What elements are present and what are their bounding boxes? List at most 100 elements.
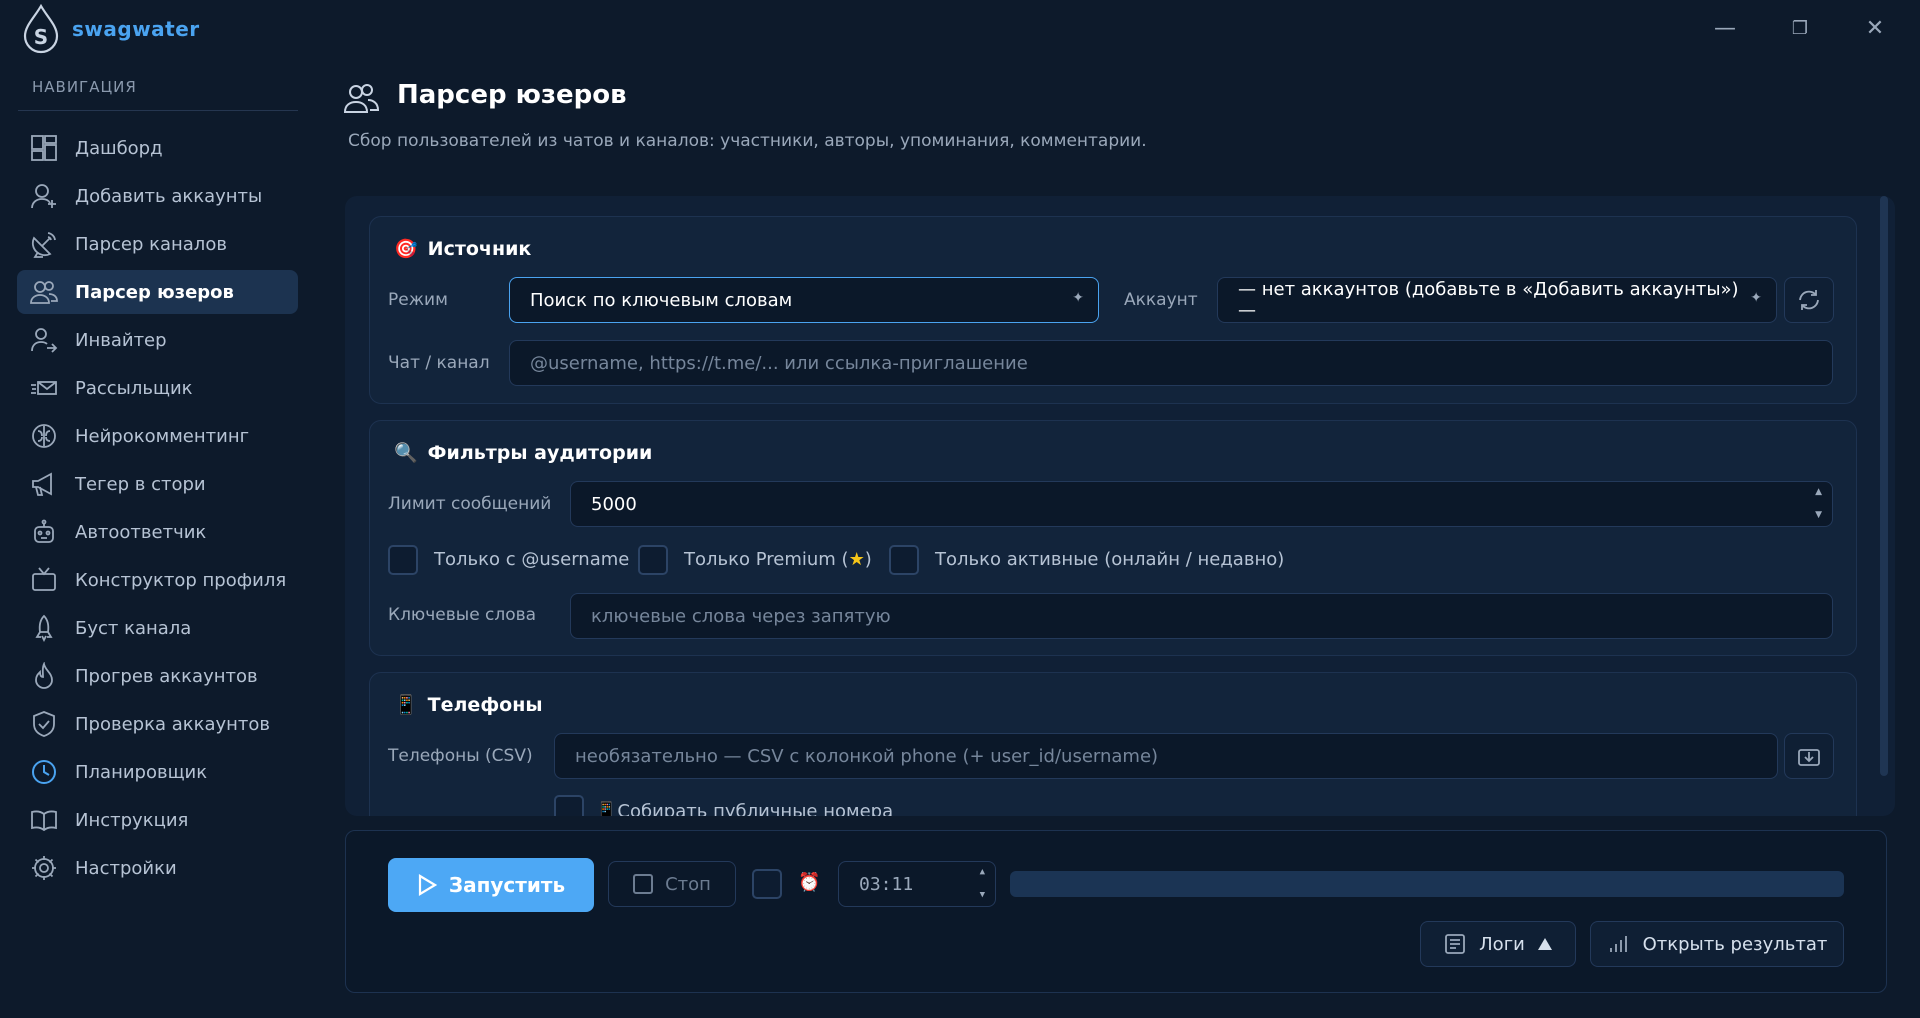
users-icon [29, 277, 59, 307]
sidebar-item-story-tagger[interactable]: Тегер в стори [17, 462, 298, 506]
keywords-label: Ключевые слова [388, 605, 537, 625]
account-select[interactable]: — нет аккаунтов (добавьте в «Добавить ак… [1217, 277, 1777, 323]
only-username-checkbox[interactable] [388, 545, 418, 575]
magnifier-icon: 🔍 [394, 442, 418, 464]
scrollbar[interactable] [1880, 196, 1888, 776]
premium-text: Только Premium ( [684, 549, 849, 570]
source-title: 🎯 Источник [394, 237, 531, 261]
refresh-icon [1799, 290, 1819, 310]
sidebar-item-label: Тегер в стори [75, 473, 206, 495]
sidebar-item-scheduler[interactable]: Планировщик [17, 750, 298, 794]
logs-button[interactable]: Логи [1420, 921, 1576, 967]
sidebar-item-label: Настройки [75, 857, 177, 879]
browse-csv-button[interactable] [1784, 733, 1834, 779]
refresh-accounts-button[interactable] [1784, 277, 1834, 323]
caret-up-icon [1537, 938, 1552, 950]
spin-up-icon[interactable]: ▲ [980, 867, 985, 877]
sidebar-item-label: Проверка аккаунтов [75, 713, 271, 735]
sidebar: НАВИГАЦИЯ Дашборд Добавить аккаунты Парс… [0, 58, 300, 1018]
spin-down-icon[interactable]: ▼ [980, 890, 985, 900]
phone-icon: 📱 [394, 694, 418, 716]
dashboard-icon [29, 133, 59, 163]
collect-phones-checkbox[interactable] [554, 795, 584, 816]
nav-divider [18, 110, 298, 111]
run-button[interactable]: Запустить [388, 858, 594, 912]
spin-up-icon[interactable]: ▲ [1815, 487, 1822, 497]
sidebar-item-label: Рассыльщик [75, 377, 193, 399]
sidebar-item-label: Дашборд [75, 137, 163, 159]
control-panel: Запустить Стоп ⏰ 03:11 ▲ ▼ Логи Открыть … [345, 830, 1887, 993]
page-title: Парсер юзеров [397, 80, 627, 110]
rocket-icon [29, 613, 59, 643]
only-premium-checkbox[interactable] [638, 545, 668, 575]
user-arrow-icon [29, 325, 59, 355]
only-active-label: Только активные (онлайн / недавно) [935, 549, 1285, 570]
sidebar-item-label: Инвайтер [75, 329, 167, 351]
limit-stepper[interactable]: 5000 ▲ ▼ [570, 481, 1833, 527]
maximize-icon[interactable]: ❐ [1785, 14, 1815, 44]
sidebar-item-profile-builder[interactable]: Конструктор профиля [17, 558, 298, 602]
close-icon[interactable]: ✕ [1860, 14, 1890, 44]
filters-title-text: Фильтры аудитории [427, 441, 653, 464]
sidebar-item-label: Парсер юзеров [75, 281, 234, 303]
keywords-input[interactable]: ключевые слова через запятую [570, 593, 1833, 639]
sidebar-item-label: Прогрев аккаунтов [75, 665, 258, 687]
antenna-icon [29, 229, 59, 259]
sidebar-item-inviter[interactable]: Инвайтер [17, 318, 298, 362]
page-subtitle: Сбор пользователей из чатов и каналов: у… [348, 131, 1147, 151]
app-brand: swagwater [72, 17, 200, 41]
sidebar-item-label: Парсер каналов [75, 233, 227, 255]
source-card: 🎯 Источник Режим Поиск по ключевым слова… [369, 216, 1857, 404]
title-bar: S swagwater — ❐ ✕ [0, 0, 1920, 58]
sidebar-item-label: Добавить аккаунты [75, 185, 263, 207]
sidebar-item-channel-parser[interactable]: Парсер каналов [17, 222, 298, 266]
sidebar-item-label: Инструкция [75, 809, 189, 831]
phones-title: 📱 Телефоны [394, 693, 543, 717]
sidebar-item-user-parser[interactable]: Парсер юзеров [17, 270, 298, 314]
stop-button[interactable]: Стоп [608, 861, 736, 907]
sidebar-item-autoresponder[interactable]: Автоответчик [17, 510, 298, 554]
phone-icon: 📱 [595, 801, 618, 816]
content-panel: 🎯 Источник Режим Поиск по ключевым слова… [345, 196, 1895, 816]
sidebar-item-dashboard[interactable]: Дашборд [17, 126, 298, 170]
sidebar-item-neurocommenting[interactable]: Нейрокомментинг [17, 414, 298, 458]
limit-value: 5000 [591, 493, 637, 515]
only-username-label: Только с @username [434, 549, 630, 570]
minimize-icon[interactable]: — [1710, 14, 1740, 44]
select-arrow-icon: ✦ [1750, 290, 1762, 306]
robot-icon [29, 517, 59, 547]
time-stepper[interactable]: 03:11 ▲ ▼ [838, 861, 996, 907]
mail-send-icon [29, 373, 59, 403]
sidebar-item-channel-boost[interactable]: Буст канала [17, 606, 298, 650]
sidebar-item-add-accounts[interactable]: Добавить аккаунты [17, 174, 298, 218]
account-value: — нет аккаунтов (добавьте в «Добавить ак… [1238, 279, 1739, 321]
sidebar-item-mailer[interactable]: Рассыльщик [17, 366, 298, 410]
clock-icon [29, 757, 59, 787]
only-active-checkbox[interactable] [889, 545, 919, 575]
only-premium-label: Только Premium (★) [684, 549, 872, 570]
chat-input[interactable]: @username, https://t.me/... или ссылка-п… [509, 340, 1833, 386]
mode-value: Поиск по ключевым словам [530, 289, 793, 311]
csv-input[interactable]: необязательно — CSV с колонкой phone (+ … [554, 733, 1778, 779]
mode-select[interactable]: Поиск по ключевым словам ✦ [509, 277, 1099, 323]
sidebar-item-label: Планировщик [75, 761, 208, 783]
mode-label: Режим [388, 290, 448, 310]
spin-down-icon[interactable]: ▼ [1815, 510, 1822, 520]
limit-label: Лимит сообщений [388, 494, 552, 514]
logs-label: Логи [1479, 933, 1525, 955]
sidebar-item-label: Буст канала [75, 617, 192, 639]
sidebar-item-account-check[interactable]: Проверка аккаунтов [17, 702, 298, 746]
select-arrow-icon: ✦ [1072, 290, 1084, 306]
sidebar-item-settings[interactable]: Настройки [17, 846, 298, 890]
schedule-checkbox[interactable] [752, 869, 782, 899]
nav-title: НАВИГАЦИЯ [32, 78, 137, 96]
sidebar-item-account-warmup[interactable]: Прогрев аккаунтов [17, 654, 298, 698]
progress-bar [1010, 871, 1844, 897]
open-result-button[interactable]: Открыть результат [1590, 921, 1844, 967]
sidebar-item-instructions[interactable]: Инструкция [17, 798, 298, 842]
megaphone-icon [29, 469, 59, 499]
phones-card: 📱 Телефоны Телефоны (CSV) необязательно … [369, 672, 1857, 816]
star-icon: ★ [848, 549, 865, 570]
alarm-icon: ⏰ [798, 872, 821, 893]
download-folder-icon [1798, 749, 1820, 766]
